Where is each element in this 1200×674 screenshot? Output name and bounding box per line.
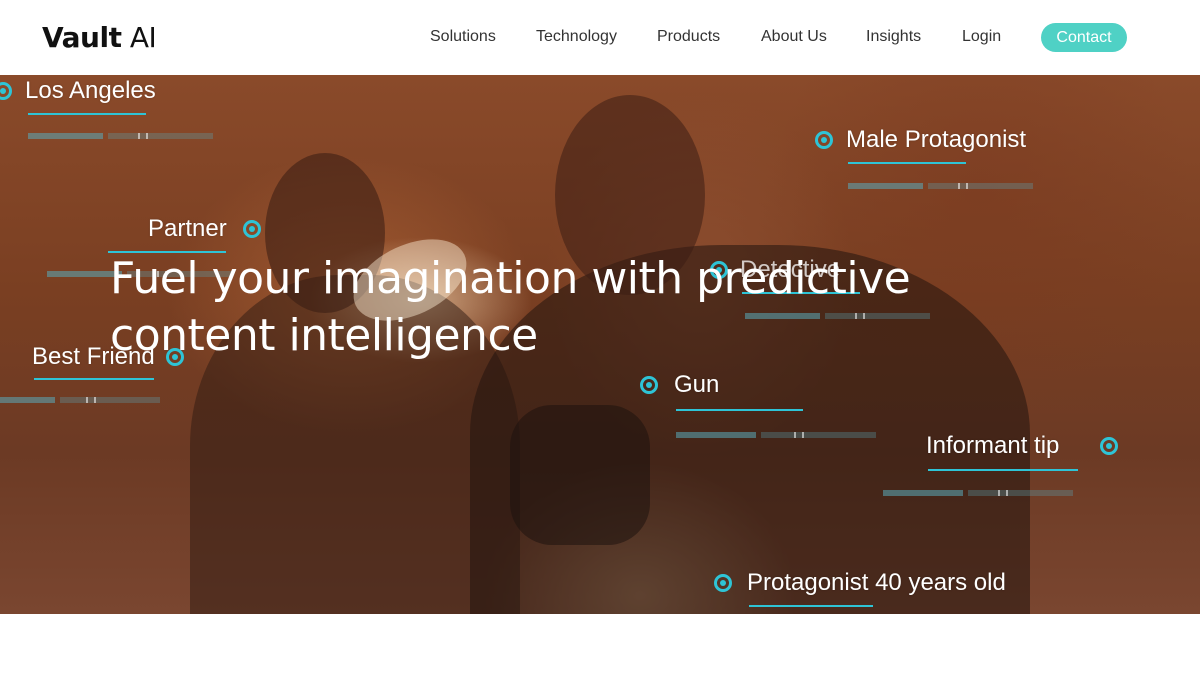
logo-text-bold: Vault	[42, 21, 122, 54]
tag-underline	[928, 469, 1078, 471]
hero-headline-line1: Fuel your imagination with predictive	[110, 253, 911, 304]
nav-solutions[interactable]: Solutions	[430, 26, 496, 48]
hero-headline: Fuel your imagination with predictive co…	[110, 250, 1010, 364]
tag-underline	[676, 409, 803, 411]
target-icon	[0, 82, 12, 100]
tag-underline	[28, 113, 146, 115]
tag-data-bar	[883, 490, 1073, 496]
target-icon	[640, 376, 658, 394]
target-icon	[815, 131, 833, 149]
tag-male-protagonist: Male Protagonist	[846, 126, 1027, 153]
tag-data-bar	[0, 397, 160, 403]
logo-text-light: AI	[121, 21, 157, 54]
tag-data-bar	[848, 183, 1033, 189]
tag-underline	[34, 378, 154, 380]
tag-informant-tip: Informant tip	[926, 432, 1060, 459]
background-gun	[510, 405, 650, 545]
target-icon	[1100, 437, 1118, 455]
site-header: Vault AI Solutions Technology Products A…	[0, 0, 1200, 75]
tag-underline	[848, 162, 966, 164]
nav-products[interactable]: Products	[657, 26, 720, 48]
nav-about-us[interactable]: About Us	[761, 26, 827, 48]
hero-headline-line2: content intelligence	[110, 310, 538, 361]
contact-button[interactable]: Contact	[1041, 23, 1127, 52]
tag-data-bar	[28, 133, 213, 139]
tag-gun: Gun	[674, 371, 720, 398]
tag-underline	[749, 605, 873, 607]
tag-data-bar	[676, 432, 876, 438]
nav-insights[interactable]: Insights	[866, 26, 921, 48]
target-icon	[714, 574, 732, 592]
target-icon	[243, 220, 261, 238]
vault-ai-logo[interactable]: Vault AI	[42, 20, 157, 56]
tag-partner: Partner	[148, 215, 227, 242]
tag-protagonist-40-years-old: Protagonist 40 years old	[747, 569, 1006, 596]
nav-login[interactable]: Login	[962, 26, 1001, 48]
hero-banner: Los Angeles Male Protagonist Partner Det…	[0, 75, 1200, 614]
tag-los-angeles: Los Angeles	[25, 77, 156, 104]
nav-technology[interactable]: Technology	[536, 26, 617, 48]
